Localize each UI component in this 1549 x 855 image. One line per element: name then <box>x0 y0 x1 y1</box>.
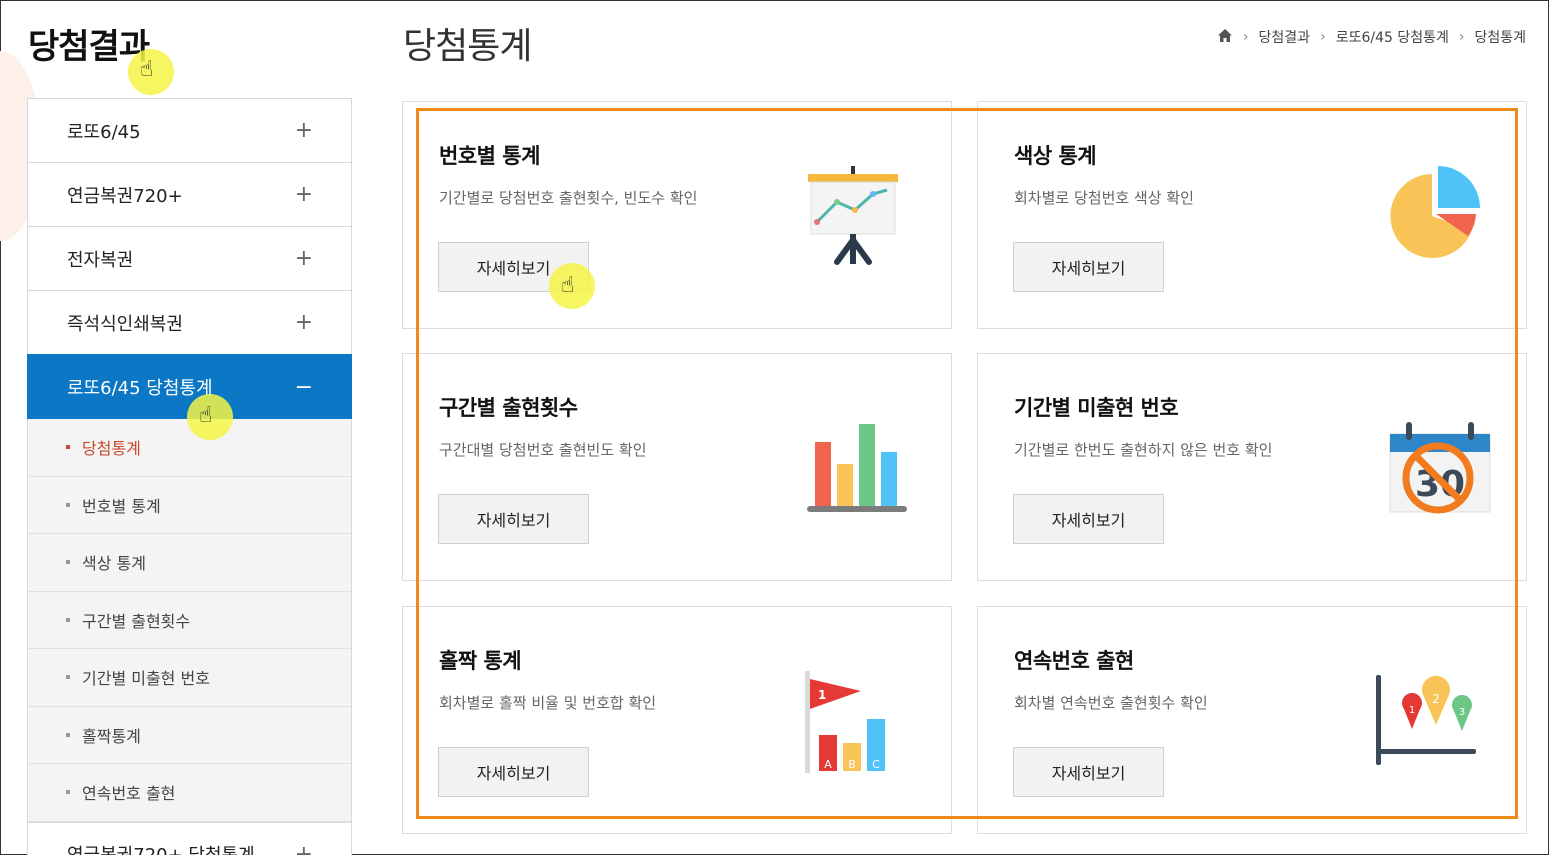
sidebar-item-instant-lottery[interactable]: 즉석식인쇄복권 + <box>27 290 352 354</box>
sidebar-submenu: 당첨통계 번호별 통계 색상 통계 구간별 출현횟수 기간별 미출현 번호 홀짝… <box>27 419 352 822</box>
card-description: 회차별로 홀짝 비율 및 번호합 확인 <box>439 694 657 712</box>
plus-icon: + <box>294 246 313 271</box>
bullet-icon <box>66 675 70 680</box>
card-unseen-numbers: 기간별 미출현 번호 기간별로 한번도 출현하지 않은 번호 확인 자세히보기 … <box>977 353 1527 581</box>
view-details-button[interactable]: 자세히보기 <box>1013 494 1164 544</box>
card-description: 회차별 연속번호 출현횟수 확인 <box>1014 694 1208 712</box>
bullet-icon <box>66 560 70 565</box>
sidebar-item-e-lottery[interactable]: 전자복권 + <box>27 226 352 290</box>
breadcrumb-link[interactable]: 당첨결과 <box>1259 27 1311 47</box>
plus-icon: + <box>294 182 313 207</box>
pie-chart-icon <box>1390 166 1480 258</box>
breadcrumb-current: 당첨통계 <box>1474 30 1526 46</box>
submenu-item-consecutive[interactable]: 연속번호 출현 <box>28 764 351 822</box>
bullet-icon <box>66 732 70 737</box>
card-description: 구간대별 당첨번호 출현빈도 확인 <box>439 441 647 459</box>
submenu-label: 기간별 미출현 번호 <box>82 669 210 689</box>
sidebar-item-label: 즉석식인쇄복권 <box>67 313 183 335</box>
bar-chart-icon <box>807 424 907 512</box>
sidebar-item-pension720[interactable]: 연금복권720+ + <box>27 162 352 226</box>
svg-text:B: B <box>848 758 856 771</box>
submenu-item-range-stats[interactable]: 구간별 출현횟수 <box>28 592 351 649</box>
submenu-label: 당첨통계 <box>82 439 141 459</box>
submenu-item-unseen-numbers[interactable]: 기간별 미출현 번호 <box>28 649 351 707</box>
submenu-item-color-stats[interactable]: 색상 통계 <box>28 534 351 592</box>
view-details-button[interactable]: 자세히보기 <box>438 494 589 544</box>
hand-pointer-icon: ☝ <box>140 57 154 82</box>
card-title: 홀짝 통계 <box>439 649 522 673</box>
hand-pointer-icon: ☝ <box>561 273 575 298</box>
submenu-item-number-stats[interactable]: 번호별 통계 <box>28 477 351 534</box>
minus-icon: − <box>294 374 313 400</box>
svg-text:2: 2 <box>1432 692 1440 706</box>
card-title: 색상 통계 <box>1014 144 1097 168</box>
view-details-button[interactable]: 자세히보기 <box>1013 747 1164 797</box>
sidebar-item-label: 연금복권720+ <box>67 185 183 207</box>
card-title: 기간별 미출현 번호 <box>1014 396 1179 420</box>
breadcrumb: › 당첨결과 › 로또6/45 당첨통계 › 당첨통계 <box>1217 27 1526 47</box>
plus-icon: + <box>294 118 313 143</box>
chevron-right-icon: › <box>1458 29 1465 45</box>
submenu-item-odd-even[interactable]: 홀짝통계 <box>28 707 351 764</box>
sidebar-item-label: 연금복권720+ 당첨통계 <box>67 841 255 855</box>
svg-text:A: A <box>824 758 832 771</box>
card-title: 번호별 통계 <box>439 144 540 168</box>
view-details-button[interactable]: 자세히보기 <box>438 747 589 797</box>
sidebar-item-label: 로또6/45 <box>67 121 141 143</box>
chevron-right-icon: › <box>1320 29 1326 45</box>
plus-icon: + <box>294 841 313 855</box>
card-color-stats: 색상 통계 회차별로 당첨번호 색상 확인 자세히보기 <box>977 101 1527 329</box>
chevron-right-icon: › <box>1242 29 1249 45</box>
bullet-icon <box>66 617 70 622</box>
home-icon[interactable] <box>1217 28 1233 47</box>
card-range-stats: 구간별 출현횟수 구간대별 당첨번호 출현빈도 확인 자세히보기 <box>402 353 952 581</box>
svg-text:1: 1 <box>1409 705 1415 716</box>
hand-pointer-icon: ☝ <box>199 403 213 428</box>
card-title: 연속번호 출현 <box>1014 649 1134 673</box>
submenu-label: 연속번호 출현 <box>82 784 176 804</box>
sidebar-menu: 로또6/45 + 연금복권720+ + 전자복권 + 즉석식인쇄복권 + 로또6… <box>27 98 352 855</box>
sidebar-item-label: 로또6/45 당첨통계 <box>67 378 213 399</box>
breadcrumb-link[interactable]: 로또6/45 당첨통계 <box>1336 27 1449 47</box>
bullet-icon <box>66 790 70 795</box>
sidebar-item-lotto645[interactable]: 로또6/45 + <box>27 98 352 162</box>
svg-text:3: 3 <box>1459 707 1465 718</box>
submenu-label: 홀짝통계 <box>82 726 141 746</box>
svg-text:C: C <box>872 758 880 771</box>
flag-abc-icon: 1 A B C <box>805 671 885 773</box>
presentation-chart-icon <box>808 166 898 265</box>
card-odd-even-stats: 홀짝 통계 회차별로 홀짝 비율 및 번호합 확인 자세히보기 1 A B C <box>402 606 952 834</box>
bullet-icon <box>66 502 70 507</box>
submenu-label: 색상 통계 <box>82 554 146 574</box>
calendar-no-icon: 30 <box>1389 422 1491 514</box>
card-description: 회차별로 당첨번호 색상 확인 <box>1014 189 1194 207</box>
bullet-icon <box>66 445 70 450</box>
submenu-label: 구간별 출현횟수 <box>82 611 191 631</box>
sidebar-item-label: 전자복권 <box>67 249 134 271</box>
plus-icon: + <box>294 310 313 335</box>
card-description: 기간별로 당첨번호 출현횟수, 빈도수 확인 <box>439 189 698 207</box>
card-title: 구간별 출현횟수 <box>439 396 578 420</box>
map-pin-chart-icon: 1 2 3 <box>1376 675 1476 765</box>
submenu-label: 번호별 통계 <box>82 496 161 516</box>
sidebar-item-pension720-stats[interactable]: 연금복권720+ 당첨통계 + <box>27 821 352 855</box>
svg-text:1: 1 <box>818 688 826 702</box>
card-description: 기간별로 한번도 출현하지 않은 번호 확인 <box>1014 441 1273 459</box>
view-details-button[interactable]: 자세히보기 <box>1013 242 1164 292</box>
page-title: 당첨통계 <box>403 26 532 67</box>
card-consecutive-numbers: 연속번호 출현 회차별 연속번호 출현횟수 확인 자세히보기 1 2 3 <box>977 606 1527 834</box>
card-number-stats: 번호별 통계 기간별로 당첨번호 출현횟수, 빈도수 확인 자세히보기 <box>402 101 952 329</box>
